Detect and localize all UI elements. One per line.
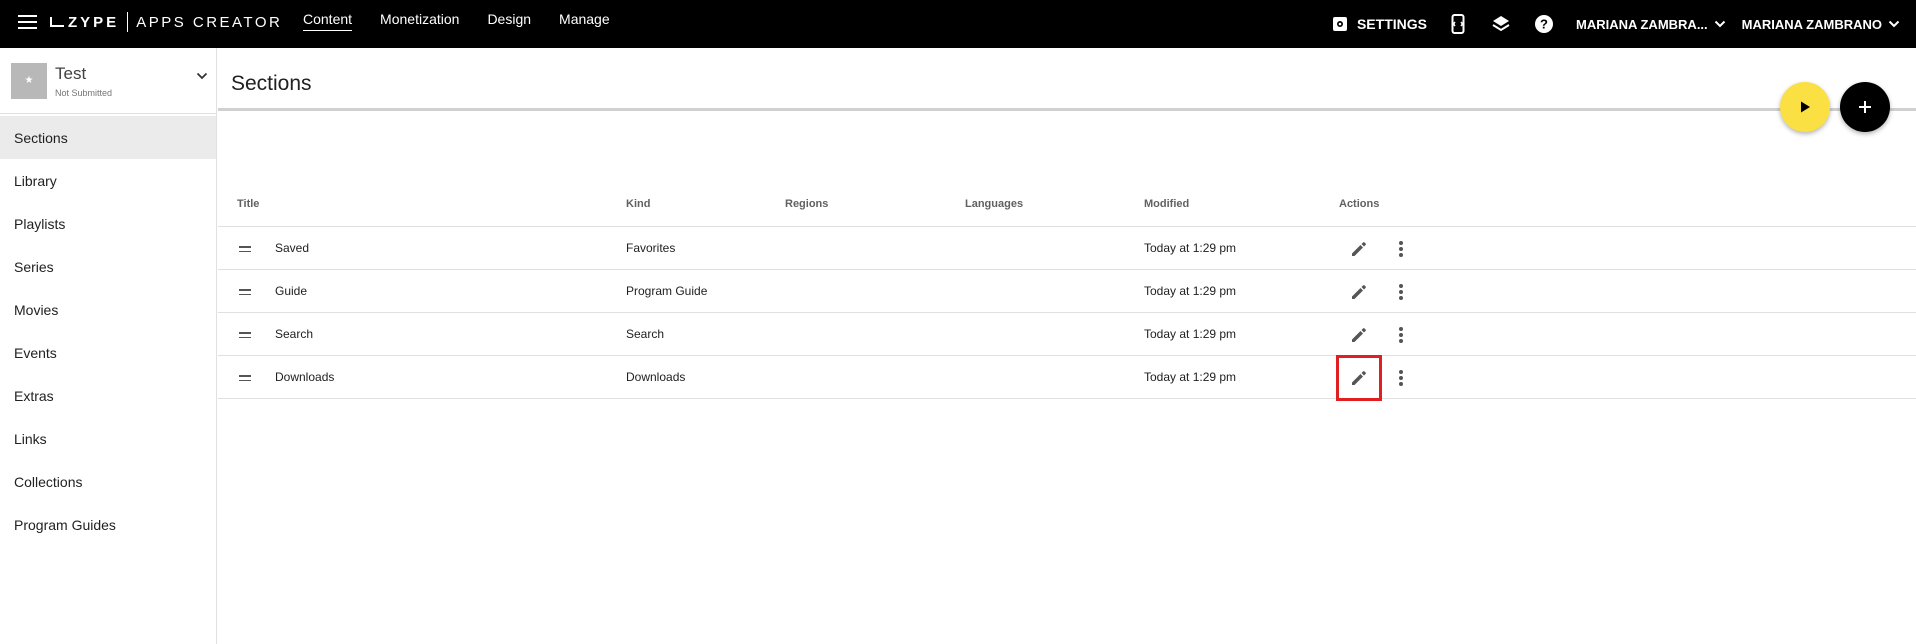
pencil-icon (1352, 328, 1366, 342)
logo-mark (50, 17, 64, 27)
table-row: Search Search Today at 1:29 pm (218, 313, 1916, 356)
row-kind: Program Guide (626, 284, 708, 298)
add-section-button[interactable] (1840, 82, 1890, 132)
more-options-button[interactable] (1386, 320, 1416, 350)
column-regions[interactable]: Regions (785, 198, 828, 210)
logo-brand: ZYPE (68, 13, 120, 31)
column-kind[interactable]: Kind (626, 198, 650, 210)
chevron-down-icon (1714, 20, 1725, 28)
row-modified: Today at 1:29 pm (1144, 327, 1237, 341)
device-preview-icon[interactable] (1447, 13, 1469, 35)
drag-handle-icon[interactable] (239, 246, 251, 255)
nav-content[interactable]: Content (303, 11, 353, 31)
drag-handle-icon[interactable] (239, 289, 251, 298)
main-nav: Content Monetization Design Manage (303, 11, 638, 31)
drag-handle-icon[interactable] (239, 375, 251, 384)
app-switcher[interactable]: ★ Test Not Submitted (0, 48, 216, 114)
chevron-down-icon (1888, 20, 1900, 28)
user-menu[interactable]: MARIANA ZAMBRANO (1742, 17, 1900, 32)
sidebar-item-links[interactable]: Links (0, 417, 216, 460)
app-name: Test (55, 63, 87, 83)
page-title: Sections (231, 72, 312, 95)
drag-handle-icon[interactable] (239, 332, 251, 341)
help-icon[interactable]: ? (1533, 13, 1555, 35)
edit-button[interactable] (1344, 277, 1374, 307)
edit-button[interactable] (1336, 355, 1382, 401)
svg-text:?: ? (1540, 17, 1548, 32)
app-thumbnail: ★ (11, 62, 47, 99)
pencil-icon (1352, 242, 1366, 256)
app-logo[interactable]: ZYPE APPS CREATOR (50, 12, 282, 32)
row-kind: Downloads (626, 370, 686, 384)
settings-icon (1332, 17, 1347, 31)
more-options-button[interactable] (1386, 277, 1416, 307)
menu-icon[interactable] (18, 15, 37, 29)
sidebar-item-extras[interactable]: Extras (0, 374, 216, 417)
title-divider (218, 108, 1916, 111)
play-icon (1801, 101, 1810, 113)
pencil-icon (1352, 285, 1366, 299)
more-vertical-icon (1399, 241, 1403, 257)
nav-monetization[interactable]: Monetization (380, 11, 459, 31)
nav-design[interactable]: Design (487, 11, 531, 31)
plus-icon (1859, 101, 1871, 113)
edit-button[interactable] (1344, 234, 1374, 264)
more-vertical-icon (1399, 327, 1403, 343)
table-row: Guide Program Guide Today at 1:29 pm (218, 270, 1916, 313)
settings-button[interactable]: SETTINGS (1332, 16, 1427, 32)
sidebar-item-program-guides[interactable]: Program Guides (0, 503, 216, 546)
row-kind: Search (626, 327, 665, 341)
row-modified: Today at 1:29 pm (1144, 370, 1237, 384)
sidebar-item-playlists[interactable]: Playlists (0, 202, 216, 245)
sidebar-item-collections[interactable]: Collections (0, 460, 216, 503)
row-kind: Favorites (626, 241, 676, 255)
table-row: Saved Favorites Today at 1:29 pm (218, 227, 1916, 270)
table-header: Title Kind Regions Languages Modified Ac… (218, 178, 1916, 227)
preview-button[interactable] (1780, 82, 1830, 132)
column-actions: Actions (1339, 198, 1380, 210)
main-content: Sections Title Kind Regions Languages Mo… (218, 48, 1916, 644)
table-row: Downloads Downloads Today at 1:29 pm (218, 355, 1916, 401)
app-status: Not Submitted (55, 87, 113, 98)
more-vertical-icon (1399, 370, 1403, 386)
pencil-icon (1352, 371, 1366, 385)
sidebar-nav: Sections Library Playlists Series Movies… (0, 114, 216, 546)
more-vertical-icon (1399, 284, 1403, 300)
org-label: MARIANA ZAMBRA... (1575, 16, 1708, 32)
row-title: Search (275, 327, 314, 341)
logo-product: APPS CREATOR (136, 13, 283, 31)
row-title: Saved (275, 241, 310, 255)
edit-button[interactable] (1344, 320, 1374, 350)
sidebar-item-events[interactable]: Events (0, 331, 216, 374)
org-switcher[interactable]: MARIANA ZAMBRA... (1576, 17, 1726, 32)
sections-table: Title Kind Regions Languages Modified Ac… (218, 178, 1916, 401)
settings-label: SETTINGS (1356, 16, 1427, 32)
more-options-button[interactable] (1386, 234, 1416, 264)
layers-icon[interactable] (1490, 13, 1512, 35)
row-title: Guide (275, 284, 308, 298)
column-title[interactable]: Title (237, 198, 259, 210)
row-title: Downloads (275, 370, 335, 384)
user-label: MARIANA ZAMBRANO (1741, 16, 1882, 32)
nav-manage[interactable]: Manage (559, 11, 610, 31)
top-app-bar: ZYPE APPS CREATOR Content Monetization D… (0, 0, 1916, 48)
sidebar: ★ Test Not Submitted Sections Library Pl… (0, 48, 217, 644)
more-options-button[interactable] (1386, 363, 1416, 393)
row-modified: Today at 1:29 pm (1144, 284, 1237, 298)
sidebar-item-library[interactable]: Library (0, 159, 216, 202)
column-modified[interactable]: Modified (1144, 198, 1189, 210)
sidebar-item-series[interactable]: Series (0, 245, 216, 288)
column-languages[interactable]: Languages (965, 198, 1023, 210)
sidebar-item-movies[interactable]: Movies (0, 288, 216, 331)
row-modified: Today at 1:29 pm (1144, 241, 1237, 255)
sidebar-item-sections[interactable]: Sections (0, 116, 216, 159)
chevron-down-icon (196, 72, 208, 80)
